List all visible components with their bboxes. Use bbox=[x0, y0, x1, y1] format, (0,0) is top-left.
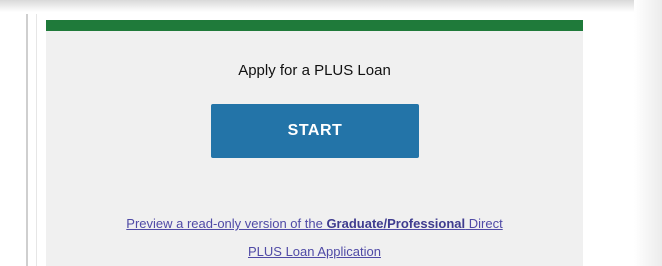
start-button[interactable]: START bbox=[211, 104, 419, 158]
left-border-line-inner bbox=[36, 14, 37, 266]
right-shadow bbox=[634, 0, 662, 266]
preview-link-text-2[interactable]: Direct bbox=[465, 216, 503, 231]
preview-link-bold-text[interactable]: Graduate/Professional bbox=[326, 216, 465, 231]
plus-loan-card: Apply for a PLUS Loan START Preview a re… bbox=[46, 20, 583, 266]
screenshot-frame: Apply for a PLUS Loan START Preview a re… bbox=[0, 0, 662, 266]
preview-link-text-1[interactable]: Preview a read-only version of the bbox=[126, 216, 326, 231]
left-border-line bbox=[26, 14, 28, 266]
preview-application-link[interactable]: Preview a read-only version of the Gradu… bbox=[46, 210, 583, 266]
top-shadow bbox=[0, 0, 662, 12]
preview-link-text-3[interactable]: PLUS Loan Application bbox=[248, 244, 381, 259]
card-accent-bar bbox=[46, 20, 583, 31]
card-heading: Apply for a PLUS Loan bbox=[238, 62, 391, 79]
